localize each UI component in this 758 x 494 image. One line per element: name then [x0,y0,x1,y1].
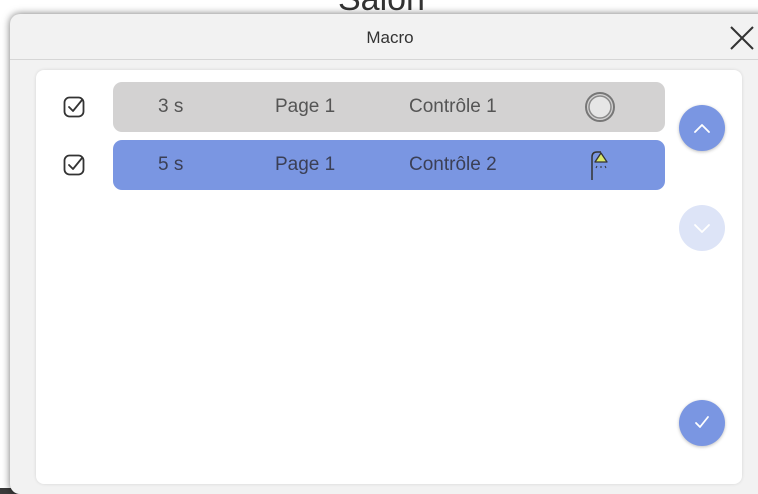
macro-step-row[interactable]: 3 s Page 1 Contrôle 1 [113,82,665,132]
step-delay: 3 s [158,96,184,117]
ring-icon [585,92,615,122]
step-control: Contrôle 2 [409,154,497,175]
dialog-title: Macro [366,28,414,47]
close-button[interactable] [728,24,756,52]
step-control: Contrôle 1 [409,96,497,117]
step-2-checkbox[interactable] [63,154,85,176]
macro-dialog: Macro 3 s Page 1 Contrôle 1 5 s Page 1 C… [10,14,758,494]
lamp-icon [591,151,608,180]
chevron-up-icon [694,124,710,133]
macro-step-row-selected[interactable]: 5 s Page 1 Contrôle 2 [113,140,665,190]
checkbox-checked-icon [63,154,85,176]
chevron-down-icon [694,224,710,233]
move-up-button[interactable] [679,105,725,151]
step-1-checkbox[interactable] [63,96,85,118]
close-icon [730,26,754,50]
move-down-button[interactable] [679,205,725,251]
step-page: Page 1 [275,154,336,175]
title-divider [10,59,758,60]
checkmark-icon [695,416,709,428]
step-page: Page 1 [275,96,336,117]
step-delay: 5 s [158,154,184,175]
macro-step-list: 3 s Page 1 Contrôle 1 5 s Page 1 Contrôl… [36,70,742,484]
confirm-button[interactable] [679,400,725,446]
checkbox-checked-icon [63,96,85,118]
